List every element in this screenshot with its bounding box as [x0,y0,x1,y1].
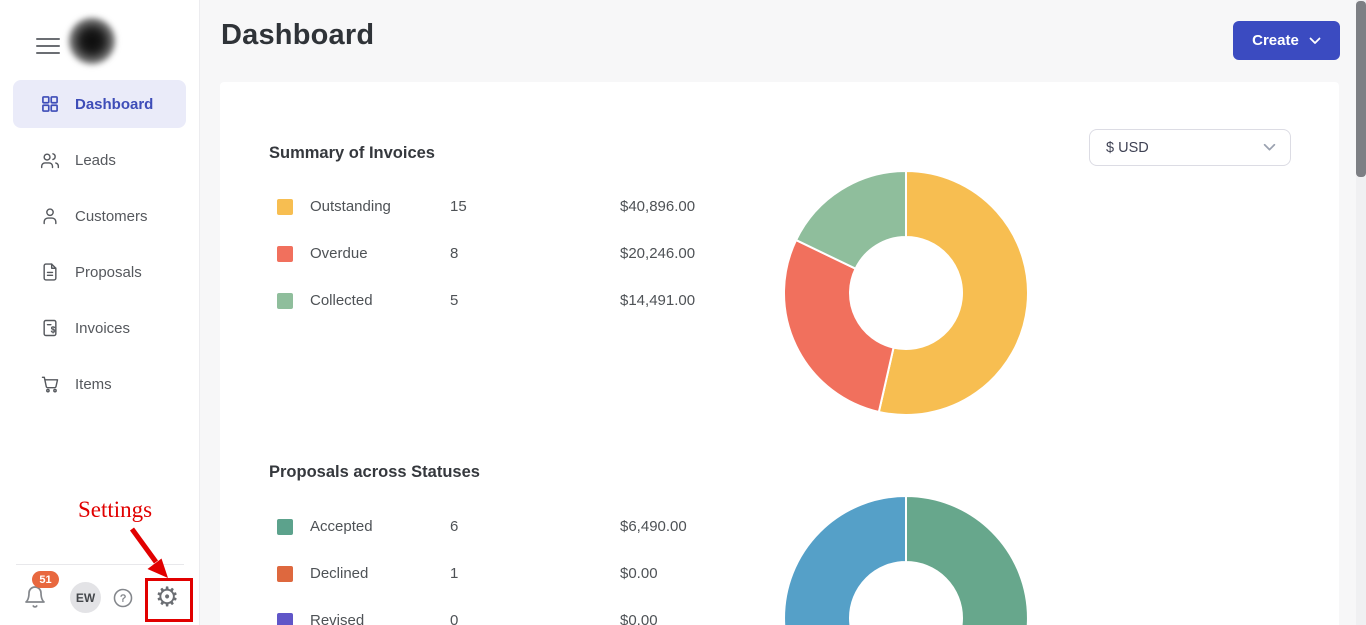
currency-select[interactable]: $ USD [1089,129,1291,166]
sidebar-item-label: Dashboard [75,96,153,113]
notification-badge: 51 [32,571,59,588]
svg-text:?: ? [120,593,126,605]
svg-text:$: $ [51,326,56,335]
chevron-down-icon [1309,37,1321,45]
sidebar-item-items[interactable]: Items [13,360,186,408]
legend-label: Accepted [310,518,373,535]
settings-button[interactable]: ⚙ [155,584,179,611]
sidebar-item-label: Customers [75,208,148,225]
help-button[interactable]: ? [112,587,134,614]
legend-swatch [277,519,293,535]
app-logo [68,17,116,65]
chevron-down-icon [1263,143,1276,152]
cart-icon [40,374,60,394]
notifications-button[interactable] [23,585,47,614]
legend-amount: $14,491.00 [620,292,695,309]
legend-count: 15 [450,198,467,215]
user-avatar[interactable]: EW [70,582,101,613]
page-title: Dashboard [221,19,374,52]
hamburger-menu-button[interactable] [36,38,60,54]
currency-value: $ USD [1106,140,1149,156]
legend-label: Revised [310,612,364,625]
legend-count: 0 [450,612,458,625]
app-root: Dashboard Leads Customers [0,0,1366,625]
legend-swatch [277,293,293,309]
proposals-donut-chart [776,488,1036,625]
legend-count: 1 [450,565,458,582]
legend-label: Outstanding [310,198,391,215]
bell-icon [23,585,47,609]
legend-count: 5 [450,292,458,309]
scrollbar-track[interactable] [1356,0,1366,625]
create-button[interactable]: Create [1233,21,1340,60]
invoices-donut-chart [776,163,1036,423]
legend-amount: $20,246.00 [620,245,695,262]
sidebar-divider [16,564,184,565]
create-button-label: Create [1252,32,1299,49]
legend-amount: $6,490.00 [620,518,687,535]
dashboard-grid-icon [40,94,60,114]
section-title-proposals: Proposals across Statuses [269,463,480,482]
sidebar-item-dashboard[interactable]: Dashboard [13,80,186,128]
document-icon [40,262,60,282]
legend-count: 8 [450,245,458,262]
legend-label: Overdue [310,245,368,262]
sidebar-item-invoices[interactable]: $ Invoices [13,304,186,352]
legend-amount: $0.00 [620,612,658,625]
customer-icon [40,206,60,226]
legend-amount: $0.00 [620,565,658,582]
section-title-invoices: Summary of Invoices [269,144,435,163]
legend-swatch [277,613,293,625]
sidebar-item-label: Invoices [75,320,130,337]
legend-label: Collected [310,292,373,309]
sidebar-item-label: Leads [75,152,116,169]
legend-count: 6 [450,518,458,535]
settings-annotation-label: Settings [78,497,152,523]
legend-label: Declined [310,565,368,582]
scrollbar-thumb[interactable] [1356,1,1366,177]
legend-swatch [277,199,293,215]
sidebar-item-leads[interactable]: Leads [13,136,186,184]
sidebar-nav: Dashboard Leads Customers [13,80,186,416]
invoice-dollar-icon: $ [40,318,60,338]
settings-gear-icon: ⚙ [155,582,179,612]
legend-amount: $40,896.00 [620,198,695,215]
menu-icon [36,38,60,40]
sidebar-item-proposals[interactable]: Proposals [13,248,186,296]
dashboard-card: $ USD Summary of Invoices Outstanding 15… [220,82,1339,625]
leads-icon [40,150,60,170]
sidebar-item-customers[interactable]: Customers [13,192,186,240]
sidebar-item-label: Items [75,376,112,393]
help-icon: ? [112,587,134,609]
sidebar: Dashboard Leads Customers [0,0,200,625]
sidebar-item-label: Proposals [75,264,142,281]
legend-swatch [277,566,293,582]
legend-swatch [277,246,293,262]
